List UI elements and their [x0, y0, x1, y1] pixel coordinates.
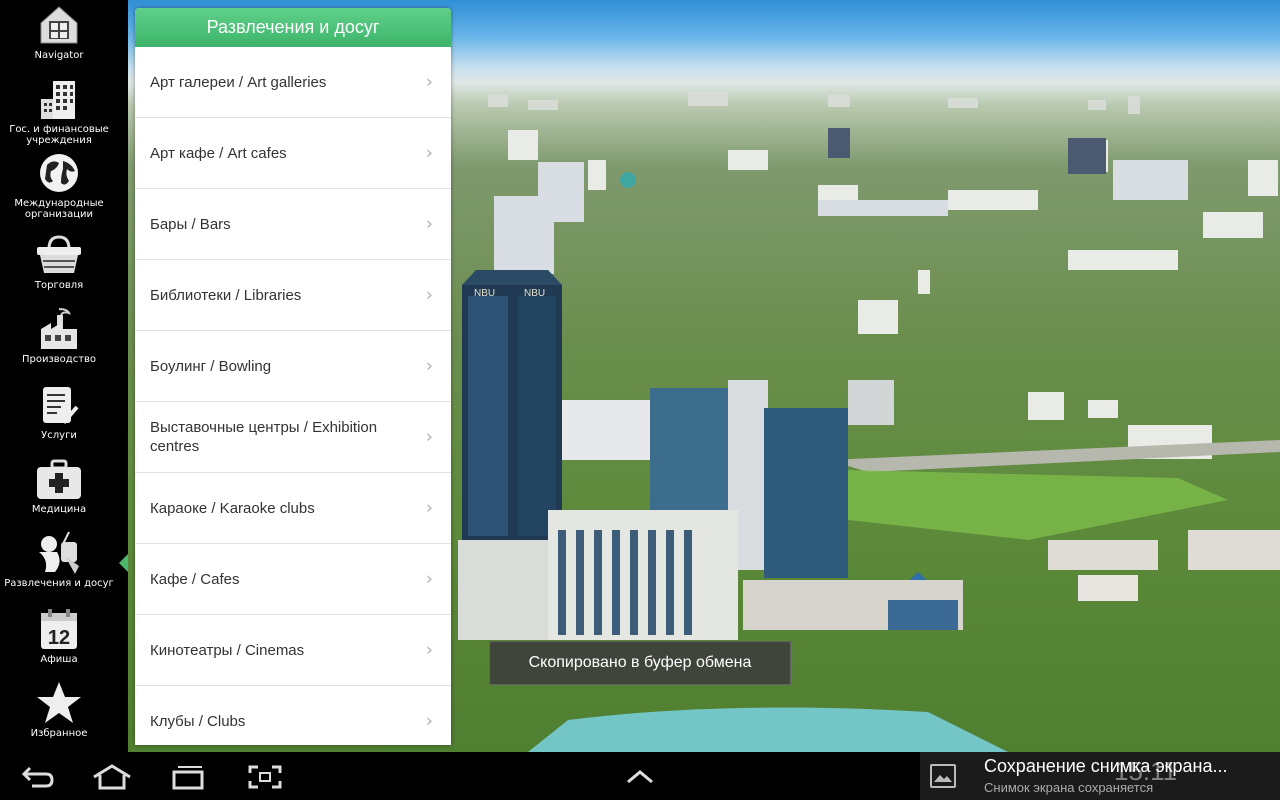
sidebar-item-navigator[interactable]: Navigator [0, 2, 118, 61]
screenshot-icon [248, 765, 282, 789]
medical-kit-icon [34, 456, 84, 502]
list-item-karaoke-clubs[interactable]: Караоке / Karaoke clubs › [135, 473, 451, 544]
list-item-label: Бары / Bars [150, 215, 231, 233]
office-building-icon [34, 76, 84, 122]
sidebar-item-international[interactable]: Международные организации [0, 150, 118, 220]
list-item-label: Боулинг / Bowling [150, 357, 272, 375]
chevron-right-icon: › [425, 426, 433, 448]
list-item-label: Караоке / Karaoke clubs [150, 499, 315, 517]
list-item-label: Кинотеатры / Cinemas [150, 641, 305, 659]
sidebar-item-label: Производство [21, 354, 97, 365]
chevron-right-icon: › [425, 639, 433, 661]
sidebar-item-government[interactable]: Гос. и финансовые учреждения [0, 76, 118, 146]
sidebar-item-label: Гос. и финансовые учреждения [9, 124, 109, 146]
factory-icon [34, 306, 84, 352]
list-item-cinemas[interactable]: Кинотеатры / Cinemas › [135, 615, 451, 686]
home-grid-icon [34, 2, 84, 48]
sidebar-item-label: Navigator [34, 50, 84, 61]
sidebar-item-favorites[interactable]: Избранное [0, 680, 118, 739]
sidebar-item-services[interactable]: Услуги [0, 382, 118, 441]
list-item-label: Библиотеки / Libraries [150, 286, 302, 304]
list-item-cafes[interactable]: Кафе / Cafes › [135, 544, 451, 615]
checklist-icon [34, 382, 84, 428]
entertainment-icon [34, 530, 84, 576]
category-list: Арт галереи / Art galleries › Арт кафе /… [135, 47, 451, 745]
shopping-basket-icon [34, 232, 84, 278]
category-list-panel: Развлечения и досуг Арт галереи / Art ga… [135, 8, 451, 745]
calendar-icon: 12 [34, 606, 84, 652]
sidebar-item-trade[interactable]: Торговля [0, 232, 118, 291]
screenshot-button[interactable] [243, 762, 287, 792]
home-icon [93, 764, 131, 790]
star-icon [34, 680, 84, 726]
sidebar-item-label: Избранное [30, 728, 88, 739]
chevron-right-icon: › [425, 284, 433, 306]
chevron-right-icon: › [425, 142, 433, 164]
globe-icon [34, 150, 84, 196]
chevron-right-icon: › [425, 355, 433, 377]
back-button[interactable] [16, 762, 60, 792]
list-item-label: Выставочные центры / Exhibition centres [150, 419, 378, 455]
chevron-up-icon [627, 770, 653, 784]
calendar-day-number: 12 [48, 627, 70, 649]
chevron-right-icon: › [425, 568, 433, 590]
status-clock: 15:11 [1114, 756, 1178, 786]
home-button[interactable] [90, 762, 134, 792]
active-item-indicator [119, 554, 128, 572]
chevron-right-icon: › [425, 497, 433, 519]
sidebar-item-label: Афиша [40, 654, 78, 665]
sidebar-item-label: Медицина [31, 504, 87, 515]
app-drawer-button[interactable] [618, 762, 662, 792]
list-item-bowling[interactable]: Боулинг / Bowling › [135, 331, 451, 402]
list-item-label: Арт кафе / Art cafes [150, 144, 287, 162]
back-icon [21, 766, 54, 788]
clipboard-toast: Скопировано в буфер обмена [489, 641, 791, 685]
recent-apps-icon [172, 766, 204, 790]
list-item-label: Кафе / Cafes [150, 570, 240, 588]
panel-title: Развлечения и досуг [135, 8, 451, 47]
list-item-art-galleries[interactable]: Арт галереи / Art galleries › [135, 47, 451, 118]
sidebar-item-label: Торговля [34, 280, 84, 291]
image-icon [930, 764, 956, 788]
sidebar-item-label: Услуги [41, 430, 77, 441]
sidebar-item-entertainment[interactable]: Развлечения и досуг [0, 530, 118, 589]
recent-apps-button[interactable] [166, 762, 210, 792]
sidebar-item-production[interactable]: Производство [0, 306, 118, 365]
chevron-right-icon: › [425, 710, 433, 732]
list-item-label: Клубы / Clubs [150, 712, 246, 730]
list-item-clubs[interactable]: Клубы / Clubs › [135, 686, 451, 745]
building-sign-left: NBU [474, 288, 495, 299]
list-item-art-cafes[interactable]: Арт кафе / Art cafes › [135, 118, 451, 189]
list-item-libraries[interactable]: Библиотеки / Libraries › [135, 260, 451, 331]
list-item-label: Арт галереи / Art galleries [150, 73, 327, 91]
chevron-right-icon: › [425, 213, 433, 235]
screenshot-notification[interactable]: Сохранение снимка экрана... Снимок экран… [920, 752, 1280, 800]
category-sidebar: Navigator Гос. и финансовые учреждения М… [0, 0, 128, 752]
list-item-exhibition-centres[interactable]: Выставочные центры / Exhibition centres … [135, 402, 451, 473]
sidebar-item-label: Международные организации [14, 198, 104, 220]
building-sign-right: NBU [524, 288, 545, 299]
sidebar-item-label: Развлечения и досуг [4, 578, 114, 589]
chevron-right-icon: › [425, 71, 433, 93]
sidebar-item-medicine[interactable]: Медицина [0, 456, 118, 515]
sidebar-item-afisha[interactable]: 12 Афиша [0, 606, 118, 665]
list-item-bars[interactable]: Бары / Bars › [135, 189, 451, 260]
